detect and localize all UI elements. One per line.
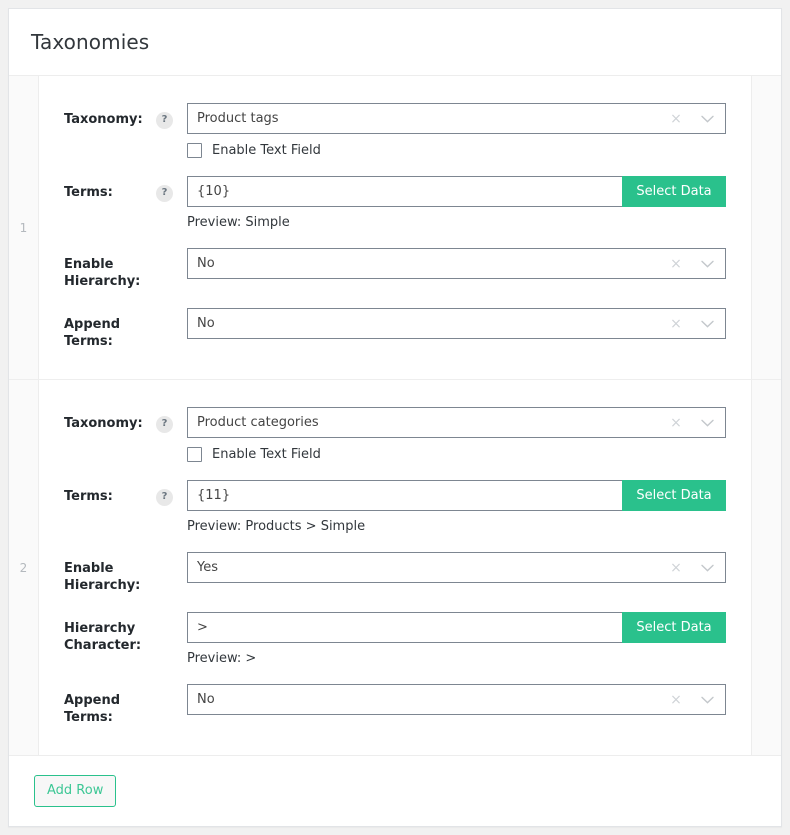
chevron-down-icon[interactable] <box>689 115 725 123</box>
enable-hierarchy-select-value: No <box>197 256 215 271</box>
clear-icon[interactable]: × <box>663 416 689 430</box>
enable-hierarchy-select[interactable]: Yes × <box>187 552 726 583</box>
terms-preview: Preview: Products > Simple <box>187 519 366 534</box>
add-row-button[interactable]: Add Row <box>34 775 117 807</box>
field-hierarchy-character: Hierarchy Character: Select Data Preview… <box>39 603 751 675</box>
field-label-taxonomy: Taxonomy: <box>64 416 143 431</box>
chevron-down-icon[interactable] <box>689 564 725 572</box>
field-help-taxonomy: ? <box>156 407 187 433</box>
chevron-down-icon[interactable] <box>689 419 725 427</box>
row-body: Taxonomy: ? Product categories × Enable … <box>39 380 751 755</box>
chevron-down-icon[interactable] <box>689 320 725 328</box>
field-terms: Terms: ? Select Data Preview: Products >… <box>39 471 751 543</box>
field-help-taxonomy: ? <box>156 103 187 129</box>
field-help-terms: ? <box>156 176 187 202</box>
field-label-hierarchy-character: Hierarchy Character: <box>64 621 142 653</box>
enable-text-field-row: Enable Text Field <box>187 447 726 462</box>
terms-input-group: Select Data <box>187 176 726 207</box>
clear-icon[interactable]: × <box>663 317 689 331</box>
append-terms-select-value: No <box>197 316 215 331</box>
table-row: 1 Taxonomy: ? Product tags × Enable Text… <box>9 76 781 379</box>
field-append-terms: Append Terms: No × <box>39 299 751 359</box>
panel-header: Taxonomies <box>9 9 781 75</box>
field-label-append-terms: Append Terms: <box>64 693 121 725</box>
enable-text-field-label[interactable]: Enable Text Field <box>212 143 321 158</box>
field-control-enable-hierarchy: Yes × <box>187 552 751 583</box>
enable-text-field-checkbox[interactable] <box>187 447 202 462</box>
panel-footer: Add Row <box>9 756 781 826</box>
terms-input[interactable] <box>187 176 622 207</box>
help-icon[interactable]: ? <box>156 111 173 129</box>
table-row: 2 Taxonomy: ? Product categories × Enabl… <box>9 379 781 755</box>
taxonomies-repeater: 1 Taxonomy: ? Product tags × Enable Text… <box>9 75 781 756</box>
append-terms-select-value: No <box>197 692 215 707</box>
field-control-taxonomy: Product categories × Enable Text Field <box>187 407 751 462</box>
field-control-terms: Select Data Preview: Products > Simple <box>187 480 751 534</box>
row-index: 2 <box>9 380 39 755</box>
enable-text-field-row: Enable Text Field <box>187 143 726 158</box>
terms-preview: Preview: Simple <box>187 215 290 230</box>
taxonomy-select[interactable]: Product tags × <box>187 103 726 134</box>
field-label-append-terms: Append Terms: <box>64 317 121 349</box>
field-control-append-terms: No × <box>187 308 751 339</box>
field-taxonomy: Taxonomy: ? Product tags × Enable Text F… <box>39 94 751 167</box>
taxonomy-select-value: Product tags <box>197 111 279 126</box>
row-drag-handle[interactable] <box>751 76 781 379</box>
row-index: 1 <box>9 76 39 379</box>
terms-input[interactable] <box>187 480 622 511</box>
clear-icon[interactable]: × <box>663 112 689 126</box>
field-help-terms: ? <box>156 480 187 506</box>
field-control-taxonomy: Product tags × Enable Text Field <box>187 103 751 158</box>
field-control-enable-hierarchy: No × <box>187 248 751 279</box>
field-control-hierarchy-character: Select Data Preview: > <box>187 612 751 666</box>
field-append-terms: Append Terms: No × <box>39 675 751 735</box>
field-taxonomy: Taxonomy: ? Product categories × Enable … <box>39 398 751 471</box>
field-label-taxonomy: Taxonomy: <box>64 112 143 127</box>
field-enable-hierarchy: Enable Hierarchy: No × <box>39 239 751 299</box>
row-body: Taxonomy: ? Product tags × Enable Text F… <box>39 76 751 379</box>
field-help-append-terms <box>156 308 187 316</box>
select-data-button[interactable]: Select Data <box>622 612 726 643</box>
clear-icon[interactable]: × <box>663 257 689 271</box>
field-control-terms: Select Data Preview: Simple <box>187 176 751 230</box>
enable-hierarchy-select[interactable]: No × <box>187 248 726 279</box>
hierarchy-character-input[interactable] <box>187 612 622 643</box>
hierarchy-character-preview: Preview: > <box>187 651 257 666</box>
append-terms-select[interactable]: No × <box>187 684 726 715</box>
clear-icon[interactable]: × <box>663 561 689 575</box>
field-terms: Terms: ? Select Data Preview: Simple <box>39 167 751 239</box>
field-help-append-terms <box>156 684 187 692</box>
chevron-down-icon[interactable] <box>689 260 725 268</box>
field-label-terms: Terms: <box>64 185 113 200</box>
enable-hierarchy-select-value: Yes <box>197 560 218 575</box>
field-help-hierarchy-character <box>156 612 187 620</box>
enable-text-field-checkbox[interactable] <box>187 143 202 158</box>
enable-text-field-label[interactable]: Enable Text Field <box>212 447 321 462</box>
field-label-terms: Terms: <box>64 489 113 504</box>
field-help-enable-hierarchy <box>156 552 187 560</box>
row-drag-handle[interactable] <box>751 380 781 755</box>
append-terms-select[interactable]: No × <box>187 308 726 339</box>
taxonomy-select-value: Product categories <box>197 415 319 430</box>
field-enable-hierarchy: Enable Hierarchy: Yes × <box>39 543 751 603</box>
help-icon[interactable]: ? <box>156 488 173 506</box>
hierarchy-character-input-group: Select Data <box>187 612 726 643</box>
taxonomy-select[interactable]: Product categories × <box>187 407 726 438</box>
field-label-enable-hierarchy: Enable Hierarchy: <box>64 561 141 593</box>
taxonomies-panel: Taxonomies 1 Taxonomy: ? Product tags × <box>8 8 782 827</box>
select-data-button[interactable]: Select Data <box>622 176 726 207</box>
clear-icon[interactable]: × <box>663 693 689 707</box>
help-icon[interactable]: ? <box>156 184 173 202</box>
help-icon[interactable]: ? <box>156 415 173 433</box>
page-title: Taxonomies <box>31 30 150 54</box>
field-help-enable-hierarchy <box>156 248 187 256</box>
select-data-button[interactable]: Select Data <box>622 480 726 511</box>
terms-input-group: Select Data <box>187 480 726 511</box>
chevron-down-icon[interactable] <box>689 696 725 704</box>
field-control-append-terms: No × <box>187 684 751 715</box>
field-label-enable-hierarchy: Enable Hierarchy: <box>64 257 141 289</box>
